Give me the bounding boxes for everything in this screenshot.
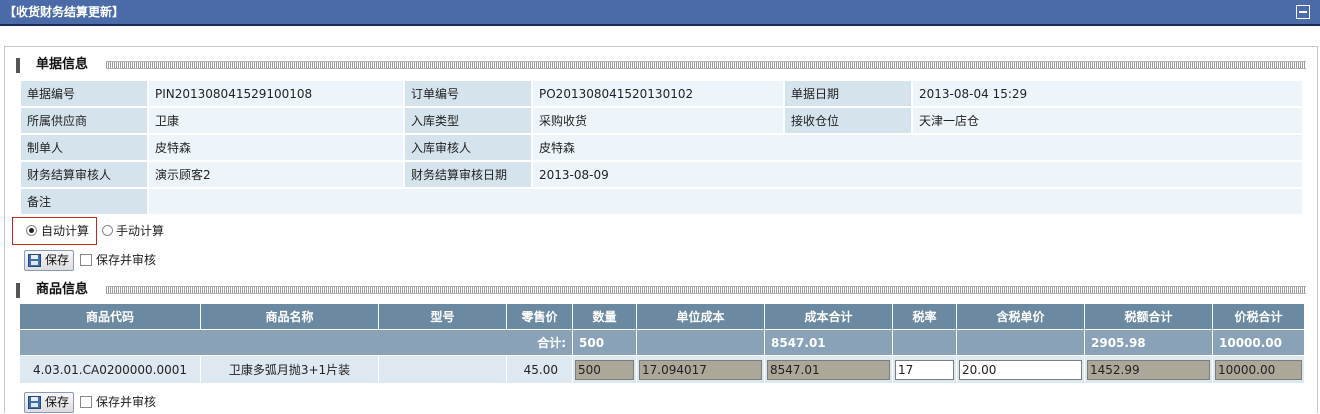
manual-calc-label[interactable]: 手动计算 xyxy=(116,224,164,238)
in-reviewer-label: 入库审核人 xyxy=(405,135,531,160)
cell-tax-rate: 17 xyxy=(892,355,957,384)
in-type-value: 采购收货 xyxy=(533,108,783,133)
order-no-label: 订单编号 xyxy=(405,81,531,106)
save-button[interactable]: 保存 xyxy=(24,392,74,413)
goods-info-header: 商品信息 xyxy=(16,282,1306,298)
section-marker-icon xyxy=(16,283,20,298)
summary-unit-cost xyxy=(636,329,765,356)
in-type-label: 入库类型 xyxy=(405,108,531,133)
save-and-review-label[interactable]: 保存并审核 xyxy=(96,395,156,409)
col-header-qty: 数量 xyxy=(572,303,637,330)
col-header-unit-cost: 单位成本 xyxy=(636,303,765,330)
remark-label: 备注 xyxy=(21,189,147,214)
maker-value: 皮特森 xyxy=(149,135,403,160)
bill-date-label: 单据日期 xyxy=(785,81,911,106)
collapse-icon[interactable] xyxy=(1296,5,1310,19)
cell-tax-total: 1452.99 xyxy=(1084,355,1213,384)
section-divider xyxy=(106,286,1306,294)
floppy-disk-icon xyxy=(28,254,41,267)
cell-price-tax-total: 10000.00 xyxy=(1212,355,1305,384)
bill-date-value: 2013-08-04 15:29 xyxy=(913,81,1302,106)
info-row: 所属供应商 卫康 入库类型 采购收货 接收仓位 天津一店仓 xyxy=(21,108,1302,133)
supplier-label: 所属供应商 xyxy=(21,108,147,133)
summary-label: 合计: xyxy=(19,329,573,356)
auto-calc-radio[interactable] xyxy=(26,225,37,236)
auto-calc-label[interactable]: 自动计算 xyxy=(41,224,89,238)
calc-mode-group: 自动计算 手动计算 xyxy=(12,217,182,245)
unit-cost-field[interactable]: 17.094017 xyxy=(639,359,762,380)
tax-total-field[interactable]: 1452.99 xyxy=(1087,359,1210,380)
save-button-label: 保存 xyxy=(45,395,70,409)
cell-retail: 45.00 xyxy=(506,355,573,384)
cell-code: 4.03.01.CA0200000.0001 xyxy=(19,355,201,384)
cell-model xyxy=(378,355,507,384)
maker-label: 制单人 xyxy=(21,135,147,160)
summary-tax-price xyxy=(956,329,1085,356)
bill-info-table: 单据编号 PIN201308041529100108 订单编号 PO201308… xyxy=(19,79,1304,216)
col-header-tax-price: 含税单价 xyxy=(956,303,1085,330)
price-tax-total-field[interactable]: 10000.00 xyxy=(1215,359,1302,380)
floppy-disk-icon xyxy=(28,396,41,409)
summary-tax-rate xyxy=(892,329,957,356)
manual-calc-radio[interactable] xyxy=(102,225,113,236)
fin-review-date-label: 财务结算审核日期 xyxy=(405,162,531,187)
tax-price-input[interactable]: 20.00 xyxy=(959,359,1082,380)
summary-price-tax-total: 10000.00 xyxy=(1212,329,1305,356)
goods-table: 商品代码 商品名称 型号 零售价 数量 单位成本 成本合计 税率 含税单价 税额… xyxy=(19,303,1305,384)
cost-total-field[interactable]: 8547.01 xyxy=(767,359,890,380)
tax-rate-input[interactable]: 17 xyxy=(895,359,954,380)
info-row: 单据编号 PIN201308041529100108 订单编号 PO201308… xyxy=(21,81,1302,106)
fin-review-date-value: 2013-08-09 xyxy=(533,162,1302,187)
save-and-review-checkbox[interactable] xyxy=(80,254,92,266)
save-button-label: 保存 xyxy=(45,253,70,267)
page-title: 【收货财务结算更新】 xyxy=(4,5,125,19)
goods-header-row: 商品代码 商品名称 型号 零售价 数量 单位成本 成本合计 税率 含税单价 税额… xyxy=(19,303,1305,330)
save-button[interactable]: 保存 xyxy=(24,250,74,271)
col-header-retail: 零售价 xyxy=(506,303,573,330)
warehouse-label: 接收仓位 xyxy=(785,108,911,133)
remark-value xyxy=(149,189,1302,214)
summary-cost-total: 8547.01 xyxy=(764,329,893,356)
cell-name: 卫康多弧月抛3+1片装 xyxy=(200,355,379,384)
fin-reviewer-label: 财务结算审核人 xyxy=(21,162,147,187)
cell-tax-price: 20.00 xyxy=(956,355,1085,384)
bill-no-value: PIN201308041529100108 xyxy=(149,81,403,106)
bill-info-title: 单据信息 xyxy=(36,57,89,72)
col-header-tax-rate: 税率 xyxy=(892,303,957,330)
summary-row: 合计: 500 8547.01 2905.98 10000.00 xyxy=(19,329,1305,356)
in-reviewer-value: 皮特森 xyxy=(533,135,1302,160)
cell-unit-cost: 17.094017 xyxy=(636,355,765,384)
cell-qty: 500 xyxy=(572,355,637,384)
summary-qty: 500 xyxy=(572,329,637,356)
supplier-value: 卫康 xyxy=(149,108,403,133)
bill-no-label: 单据编号 xyxy=(21,81,147,106)
save-and-review-checkbox[interactable] xyxy=(80,396,92,408)
section-divider xyxy=(106,61,1306,69)
col-header-price-tax-total: 价税合计 xyxy=(1212,303,1305,330)
table-row: 4.03.01.CA0200000.0001 卫康多弧月抛3+1片装 45.00… xyxy=(19,355,1305,384)
qty-field[interactable]: 500 xyxy=(575,359,634,380)
window-titlebar: 【收货财务结算更新】 xyxy=(0,0,1320,26)
section-marker-icon xyxy=(16,58,20,73)
bill-info-header: 单据信息 xyxy=(16,57,1306,73)
info-row: 财务结算审核人 演示顾客2 财务结算审核日期 2013-08-09 xyxy=(21,162,1302,187)
fin-reviewer-value: 演示顾客2 xyxy=(149,162,403,187)
summary-tax-total: 2905.98 xyxy=(1084,329,1213,356)
col-header-model: 型号 xyxy=(378,303,507,330)
info-row: 制单人 皮特森 入库审核人 皮特森 xyxy=(21,135,1302,160)
col-header-cost-total: 成本合计 xyxy=(764,303,893,330)
cell-cost-total: 8547.01 xyxy=(764,355,893,384)
col-header-tax-total: 税额合计 xyxy=(1084,303,1213,330)
info-row: 备注 xyxy=(21,189,1302,214)
order-no-value: PO201308041520130102 xyxy=(533,81,783,106)
warehouse-value: 天津一店仓 xyxy=(913,108,1302,133)
col-header-name: 商品名称 xyxy=(200,303,379,330)
col-header-code: 商品代码 xyxy=(19,303,201,330)
goods-info-title: 商品信息 xyxy=(36,282,89,297)
save-and-review-label[interactable]: 保存并审核 xyxy=(96,253,156,267)
